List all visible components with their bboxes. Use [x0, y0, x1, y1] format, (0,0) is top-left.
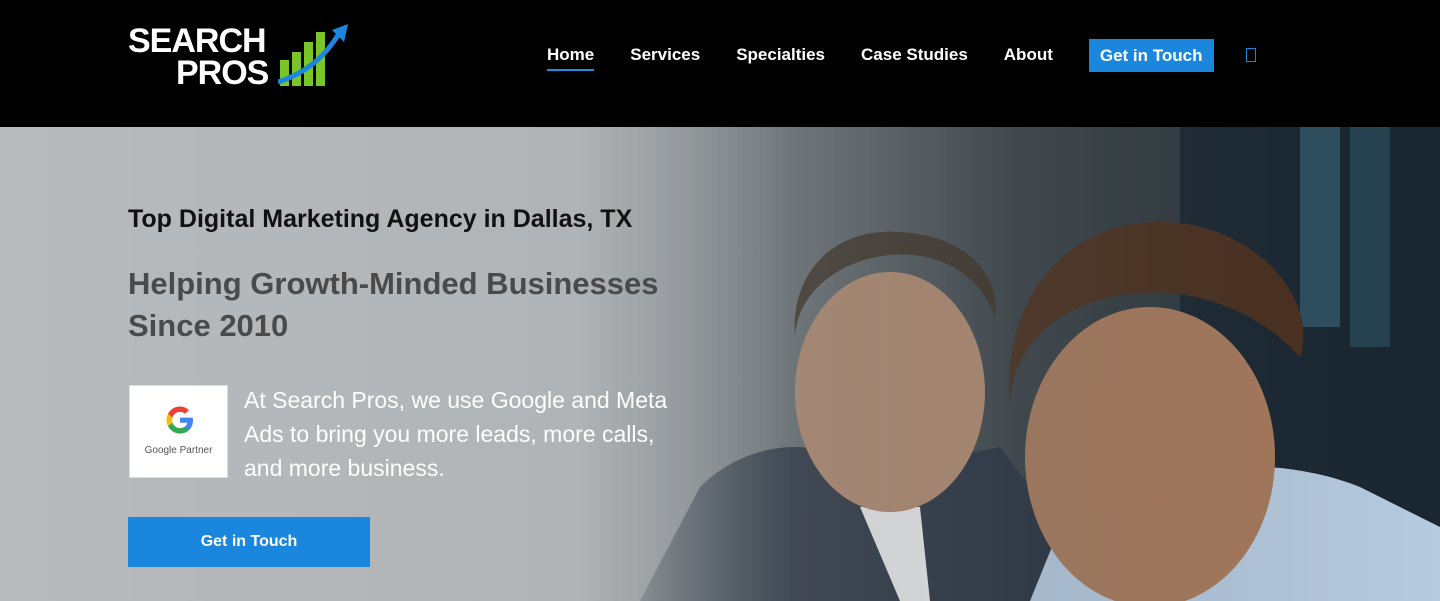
header-get-in-touch-button[interactable]: Get in Touch [1088, 38, 1214, 72]
main-nav: Home Services Specialties Case Studies A… [547, 38, 1256, 72]
growth-chart-icon [278, 24, 348, 86]
nav-home[interactable]: Home [547, 38, 595, 72]
search-pros-logo[interactable]: SEARCH PROS [128, 22, 358, 90]
hero-title: Helping Growth-Minded Businesses Since 2… [128, 266, 659, 343]
hero-section: Top Digital Marketing Agency in Dallas, … [0, 127, 1440, 601]
nav-case-studies[interactable]: Case Studies [861, 38, 968, 72]
nav-specialties[interactable]: Specialties [736, 38, 825, 72]
logo-text-line1: SEARCH [128, 22, 267, 60]
logo-text-line2: PROS [176, 54, 269, 92]
badge-label: Google Partner [144, 445, 213, 456]
hero-eyebrow: Top Digital Marketing Agency in Dallas, … [128, 205, 633, 233]
hero-description: At Search Pros, we use Google and Meta A… [244, 387, 668, 481]
google-partner-badge: Google Partner [129, 385, 228, 478]
search-icon[interactable] [1245, 48, 1256, 62]
google-g-icon [166, 406, 193, 434]
site-header: SEARCH PROS Home Services Specialties Ca… [0, 0, 1440, 127]
nav-about[interactable]: About [1004, 38, 1053, 72]
hero-get-in-touch-button[interactable]: Get in Touch [128, 517, 370, 567]
nav-services[interactable]: Services [630, 38, 700, 72]
